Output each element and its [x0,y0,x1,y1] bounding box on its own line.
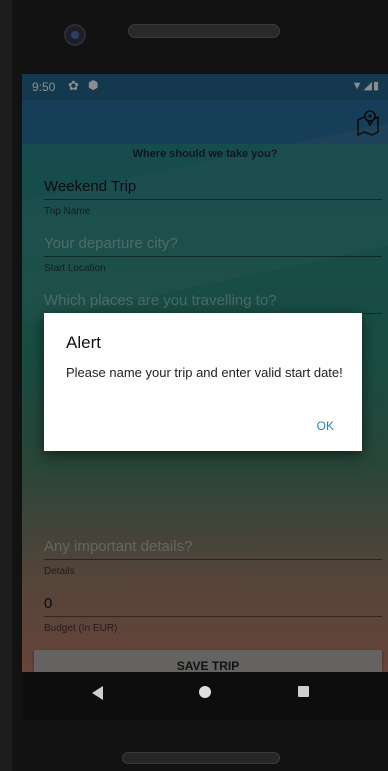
home-icon[interactable] [199,686,211,698]
bottom-speaker [122,752,280,764]
phone-frame: 9:50 ✿ ⬢ ▼◢▮ Where should we take you? W… [0,0,388,771]
top-speaker [128,24,280,38]
front-camera [64,24,86,46]
alert-ok-button[interactable]: OK [317,419,334,433]
recent-apps-icon[interactable] [298,686,309,697]
frame-edge [0,0,12,771]
alert-dialog: Alert Please name your trip and enter va… [44,313,362,451]
alert-message: Please name your trip and enter valid st… [66,365,343,380]
back-icon[interactable] [92,686,103,700]
navigation-bar [22,672,388,720]
alert-title: Alert [66,333,101,352]
